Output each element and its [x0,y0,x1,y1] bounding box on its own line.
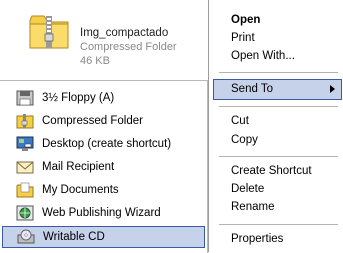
zip-folder-icon [16,114,34,129]
send-to-item-label: 3½ Floppy (A) [42,92,115,104]
menu-open[interactable]: Open [231,14,260,26]
menu-copy[interactable]: Copy [231,134,258,146]
file-name: Img_compactado [80,27,169,39]
menu-send-to[interactable]: Send To [213,79,342,100]
send-to-item-label: My Documents [42,184,119,196]
send-to-item-label: Writable CD [43,231,105,243]
menu-create-shortcut[interactable]: Create Shortcut [231,165,312,177]
send-to-item-label: Desktop (create shortcut) [42,138,172,150]
floppy-disk-icon [16,90,34,106]
send-to-desktop[interactable]: Desktop (create shortcut) [2,133,205,155]
file-preview: Img_compactado Compressed Folder 46 KB [0,0,208,82]
file-type: Compressed Folder [80,41,177,53]
zip-folder-icon [29,15,69,49]
mail-icon [16,161,34,174]
menu-properties[interactable]: Properties [231,233,283,245]
send-to-item-label: Mail Recipient [42,161,115,173]
send-to-item-label: Compressed Folder [42,115,143,127]
web-publish-icon [16,205,34,221]
send-to-my-documents[interactable]: My Documents [2,179,205,201]
file-size: 46 KB [80,55,110,67]
send-to-submenu: 3½ Floppy (A) Compressed Folder Desktop … [0,80,208,253]
menu-separator [219,224,338,225]
menu-delete[interactable]: Delete [231,183,264,195]
submenu-arrow-icon [330,85,335,93]
menu-separator [219,106,338,107]
menu-separator [219,156,338,157]
context-menu: Open Print Open With... Send To Cut Copy… [208,0,343,252]
menu-open-with[interactable]: Open With... [231,50,295,62]
menu-cut[interactable]: Cut [231,115,249,127]
menu-send-to-label: Send To [231,83,273,95]
send-to-compressed-folder[interactable]: Compressed Folder [2,110,205,132]
desktop-icon [16,136,34,151]
cd-drive-icon [17,229,35,244]
menu-rename[interactable]: Rename [231,201,274,213]
menu-separator [219,72,338,73]
send-to-floppy[interactable]: 3½ Floppy (A) [2,87,205,109]
send-to-writable-cd[interactable]: Writable CD [2,226,205,248]
send-to-item-label: Web Publishing Wizard [42,207,161,219]
menu-print[interactable]: Print [231,32,255,44]
send-to-mail-recipient[interactable]: Mail Recipient [2,156,205,178]
send-to-web-publishing-wizard[interactable]: Web Publishing Wizard [2,202,205,224]
documents-folder-icon [16,182,34,198]
